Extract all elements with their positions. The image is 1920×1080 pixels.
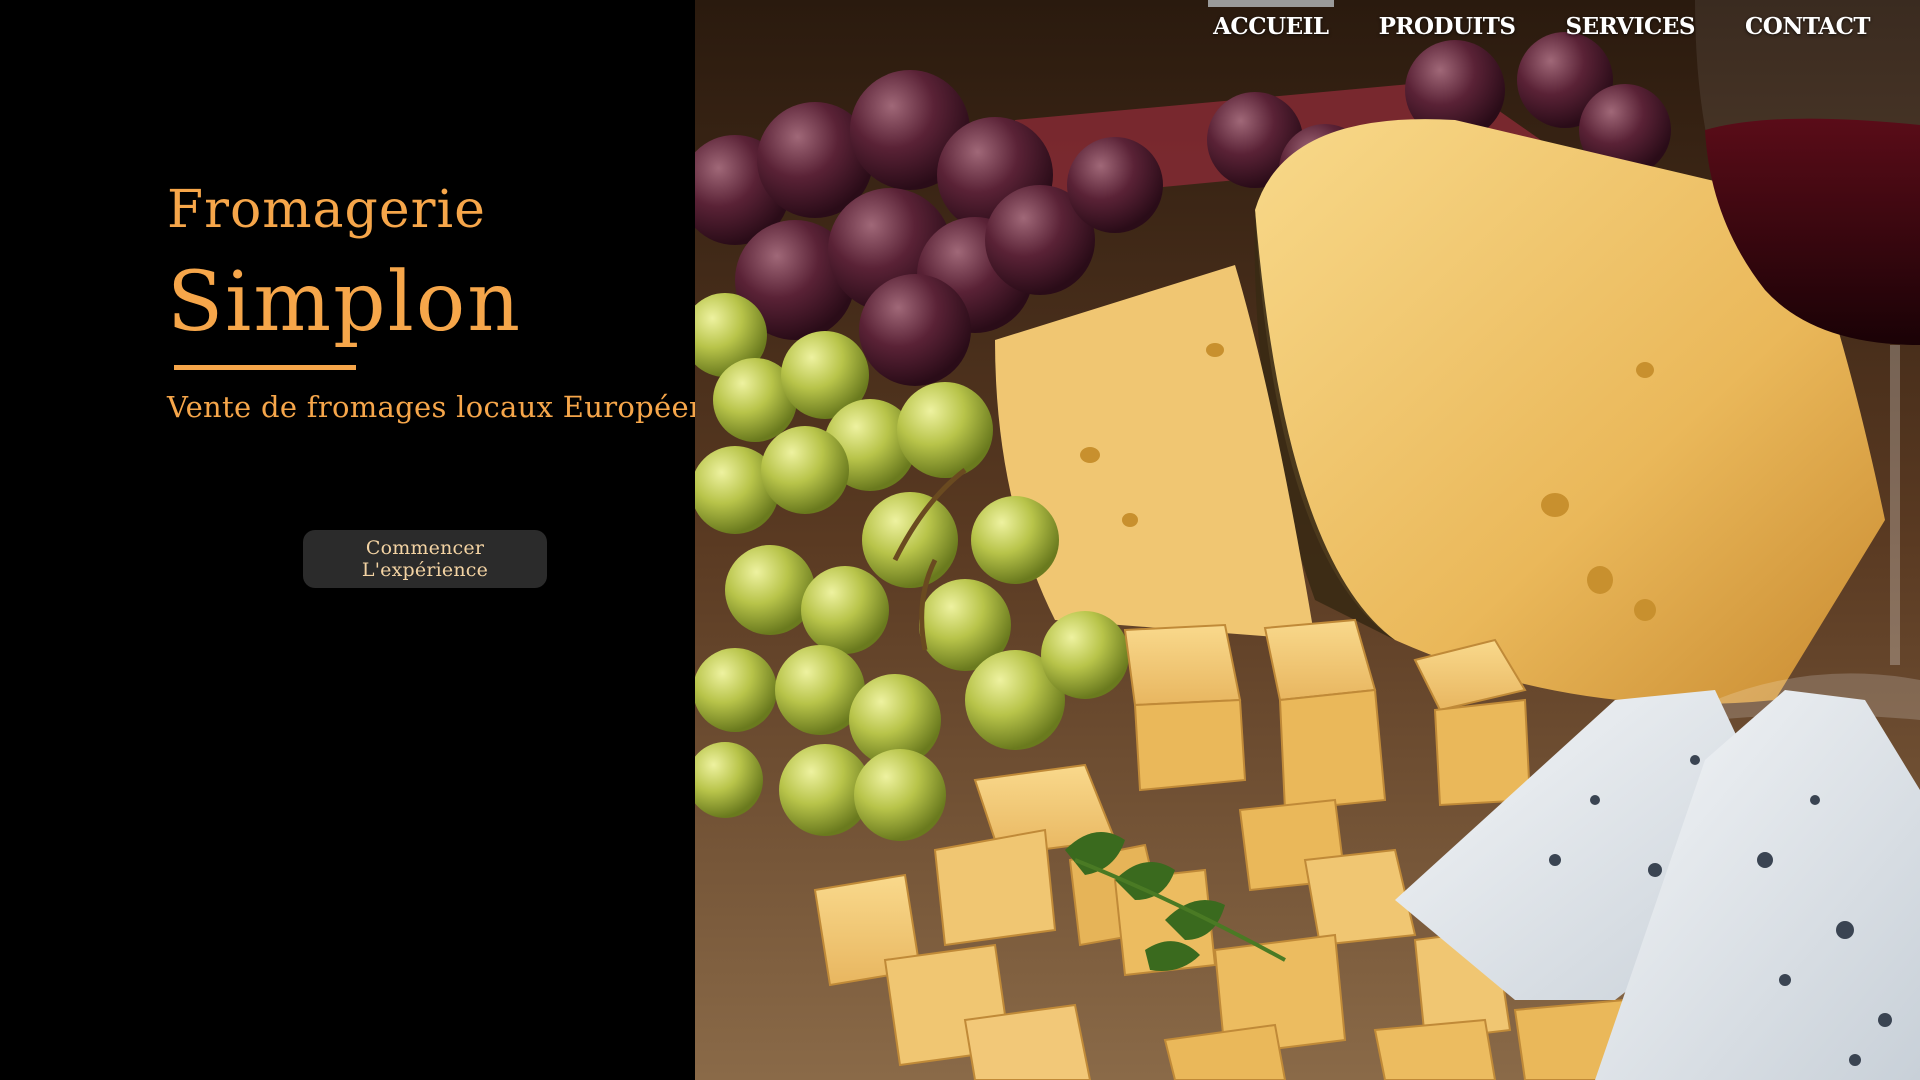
nav-item-contact[interactable]: CONTACT <box>1745 0 1871 40</box>
brand-title-line2: Simplon <box>167 255 523 350</box>
hero-left-panel: Fromagerie Simplon Vente de fromages loc… <box>0 0 723 1080</box>
start-experience-button[interactable]: Commencer L'expérience <box>303 530 547 588</box>
hero-image <box>695 0 1920 1080</box>
nav-item-produits[interactable]: PRODUITS <box>1379 0 1516 40</box>
main-navigation: ACCUEIL PRODUITS SERVICES CONTACT <box>1163 0 1920 60</box>
brand-tagline: Vente de fromages locaux Européens <box>167 390 724 424</box>
nav-item-services[interactable]: SERVICES <box>1566 0 1696 40</box>
brand-divider <box>174 365 356 370</box>
brand-title-line1: Fromagerie <box>167 180 486 240</box>
nav-item-accueil[interactable]: ACCUEIL <box>1208 0 1335 40</box>
